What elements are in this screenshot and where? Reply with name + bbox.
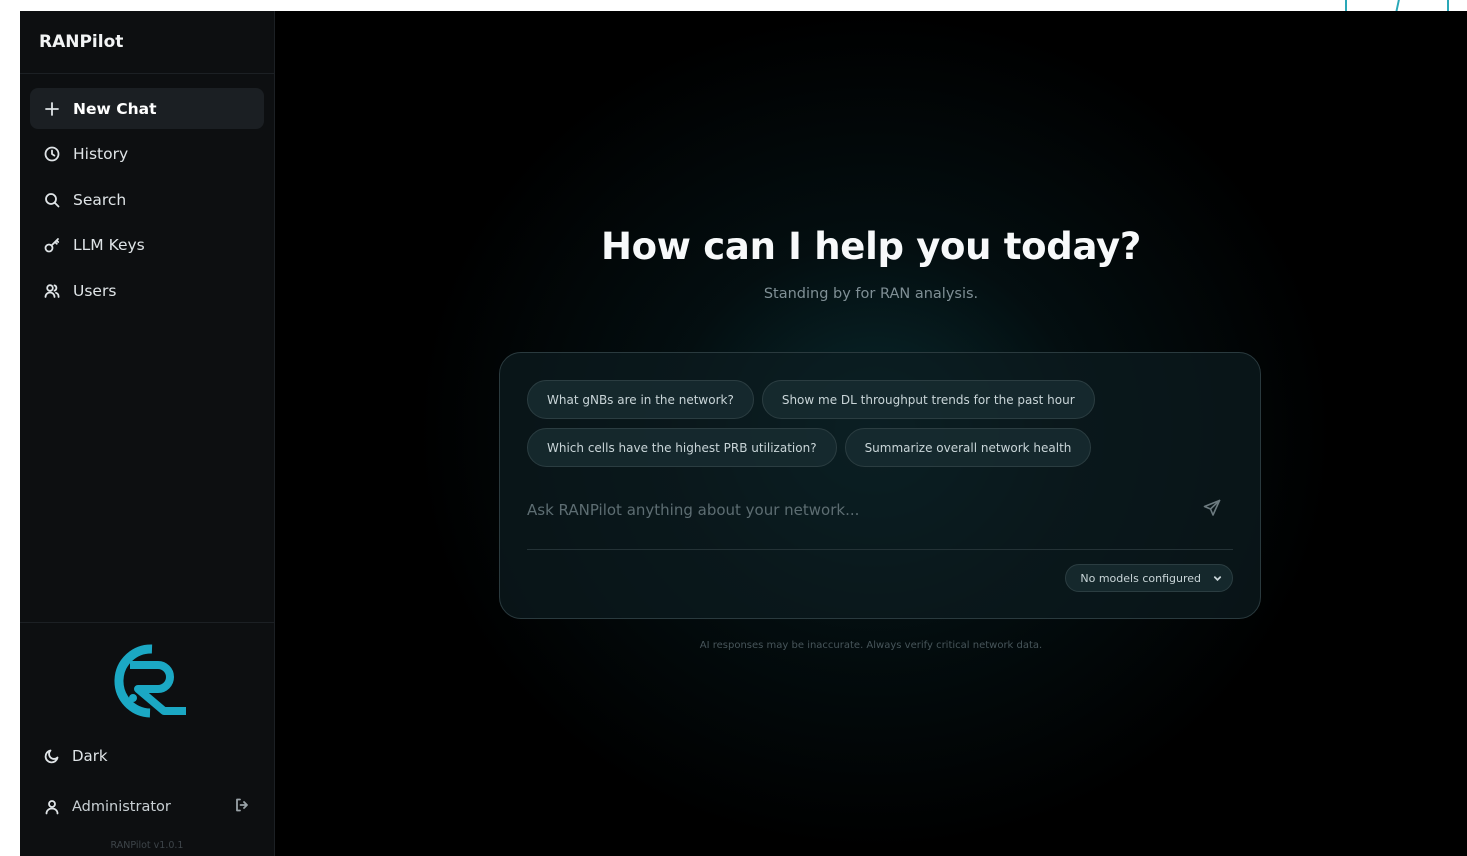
logout-icon: [236, 798, 248, 812]
ai-disclaimer: AI responses may be inaccurate. Always v…: [699, 640, 1043, 651]
suggestion-chip[interactable]: Summarize overall network health: [844, 428, 1092, 467]
brand-title: RANPilot: [20, 11, 274, 74]
sidebar-item-label: Users: [73, 281, 117, 300]
sidebar-nav: New Chat History Search LLM Keys Users: [20, 74, 274, 316]
plus-icon: [44, 101, 60, 117]
search-icon: [44, 192, 60, 208]
chat-main: How can I help you today? Standing by fo…: [275, 11, 1467, 856]
sidebar-item-label: LLM Keys: [73, 236, 145, 254]
sidebar-item-search[interactable]: Search: [30, 179, 264, 220]
moon-icon: [44, 749, 59, 764]
suggestion-list: What gNBs are in the network? Show me DL…: [527, 380, 1233, 476]
sidebar-item-label: New Chat: [73, 99, 157, 118]
suggestion-chip[interactable]: Show me DL throughput trends for the pas…: [761, 380, 1095, 419]
user-icon: [45, 800, 59, 815]
user-row[interactable]: Administrator: [44, 797, 250, 817]
send-icon: [1203, 499, 1221, 516]
sidebar-item-users[interactable]: Users: [30, 270, 264, 311]
model-select[interactable]: No models configured: [1065, 564, 1233, 592]
ranpilot-logo-icon: [114, 644, 186, 718]
app-version: RANPilot v1.0.1: [110, 840, 184, 851]
theme-toggle-button[interactable]: Dark: [44, 747, 108, 765]
welcome-subline: Standing by for RAN analysis.: [763, 286, 979, 302]
sidebar: RANPilot New Chat History Search LLM Key…: [20, 11, 275, 856]
sidebar-item-label: Search: [73, 190, 127, 209]
corner-decoration: [1267, 0, 1467, 11]
composer-divider: [527, 549, 1233, 550]
chat-composer: What gNBs are in the network? Show me DL…: [499, 352, 1261, 619]
model-select-value: No models configured: [1080, 571, 1201, 585]
logout-button[interactable]: [234, 797, 250, 817]
suggestion-chip[interactable]: Which cells have the highest PRB utiliza…: [527, 428, 837, 467]
sidebar-item-llm-keys[interactable]: LLM Keys: [30, 225, 264, 266]
users-icon: [44, 283, 60, 299]
chat-input[interactable]: [527, 496, 1187, 524]
sidebar-item-history[interactable]: History: [30, 134, 264, 175]
clock-icon: [44, 146, 60, 162]
suggestion-chip[interactable]: What gNBs are in the network?: [527, 380, 754, 419]
send-button[interactable]: [1203, 499, 1225, 521]
chevron-down-icon: [1213, 575, 1222, 581]
app-window: RANPilot New Chat History Search LLM Key…: [20, 11, 1467, 856]
key-icon: [44, 237, 60, 253]
user-name: Administrator: [72, 799, 171, 815]
sidebar-item-new-chat[interactable]: New Chat: [30, 88, 264, 129]
theme-label: Dark: [72, 747, 108, 765]
sidebar-item-label: History: [73, 145, 129, 163]
welcome-headline: How can I help you today?: [601, 225, 1141, 268]
sidebar-footer: Dark Administrator RANPilot v1.0.1: [20, 622, 274, 856]
